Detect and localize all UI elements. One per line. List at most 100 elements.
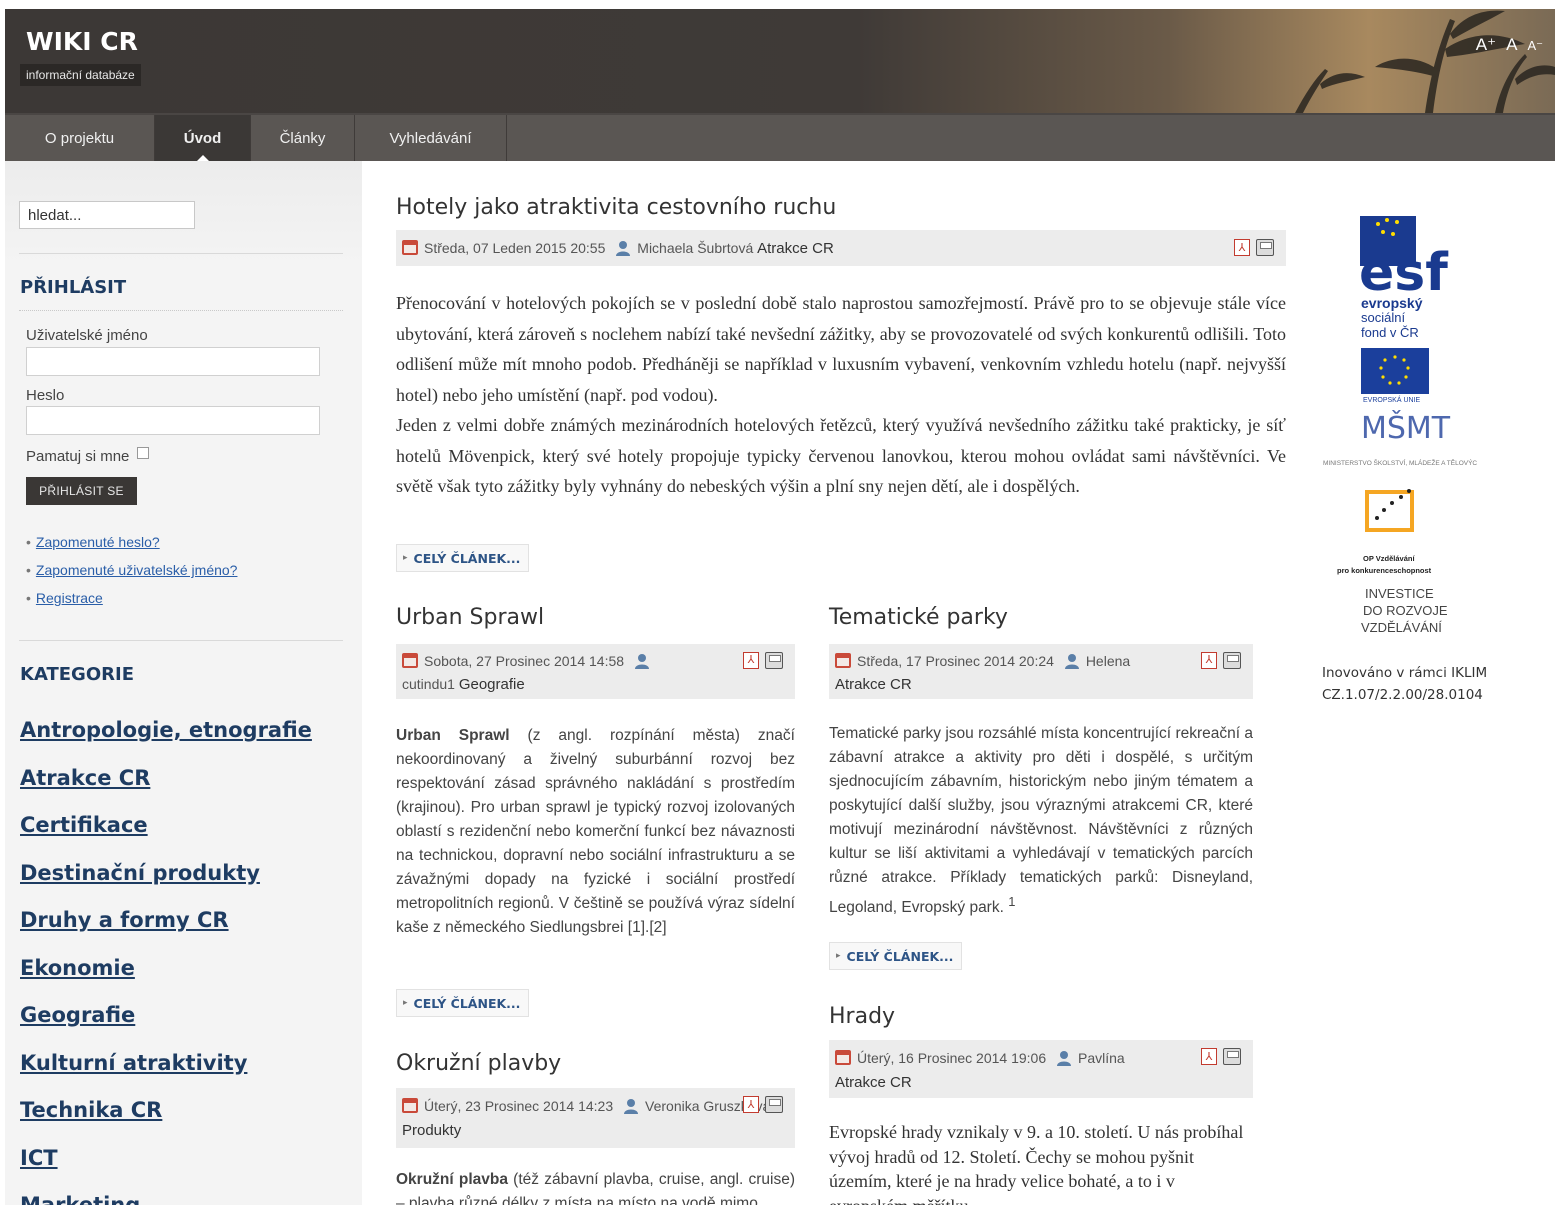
pdf-icon[interactable]: ⅄	[1234, 239, 1250, 256]
article-title[interactable]: Urban Sprawl	[396, 605, 544, 630]
read-more-button[interactable]: CELÝ ČLÁNEK...	[396, 544, 530, 572]
article-meta: Středa, 07 Leden 2015 20:55 Michaela Šub…	[396, 230, 1286, 266]
article-category[interactable]: Produkty	[402, 1122, 461, 1139]
font-reset-button[interactable]: A	[1506, 35, 1517, 55]
article-bold-term: Urban Sprawl	[396, 727, 510, 744]
list-item: Zapomenuté uživatelské jméno?	[26, 562, 238, 590]
sidebar: PŘIHLÁSIT Uživatelské jméno Heslo Pamatu…	[5, 161, 362, 1205]
divider	[19, 253, 343, 254]
main-nav: O projektu Úvod Články Vyhledávání	[5, 113, 1555, 161]
nav-item-vyhledavani[interactable]: Vyhledávání	[355, 115, 507, 161]
print-icon[interactable]	[765, 1096, 783, 1113]
article-meta: Sobota, 27 Prosinec 2014 14:58 cutindu1 …	[396, 644, 795, 699]
print-icon[interactable]	[1256, 239, 1274, 256]
article-date: Sobota, 27 Prosinec 2014 14:58	[424, 653, 625, 669]
password-field[interactable]	[26, 406, 320, 435]
remember-checkbox[interactable]	[137, 446, 150, 459]
article-title[interactable]: Tematické parky	[829, 605, 1008, 630]
divider	[19, 310, 343, 311]
article-bold-term: Okružní plavba	[396, 1171, 508, 1188]
article-category[interactable]: Atrakce CR	[757, 240, 834, 257]
msmt-mark: MŠMT	[1361, 409, 1451, 446]
site-subtitle: informační databáze	[20, 64, 141, 86]
pdf-icon[interactable]: ⅄	[743, 652, 759, 669]
article-author: Helena	[1085, 653, 1131, 669]
category-link[interactable]: Druhy a formy CR	[20, 908, 229, 932]
article-category[interactable]: Geografie	[459, 676, 525, 693]
article-meta: Úterý, 23 Prosinec 2014 14:23 Veronika G…	[396, 1088, 795, 1148]
invest-line: INVESTICE	[1365, 586, 1434, 601]
eu-label: EVROPSKÁ UNIE	[1363, 395, 1421, 404]
category-link[interactable]: Geografie	[20, 1003, 135, 1027]
read-more-button[interactable]: CELÝ ČLÁNEK...	[396, 989, 530, 1017]
category-link[interactable]: Technika CR	[20, 1098, 162, 1122]
invest-line: VZDĚLÁVÁNÍ	[1361, 620, 1442, 635]
plant-decoration-image	[1295, 10, 1555, 113]
article-body: Přenocování v hotelových pokojích se v p…	[396, 288, 1286, 502]
innovation-code: CZ.1.07/2.2.00/28.0104	[1322, 687, 1483, 703]
esf-line: sociální	[1361, 310, 1405, 325]
category-link[interactable]: Kulturní atraktivity	[20, 1051, 247, 1075]
esf-logo[interactable]: esf evropský sociální fond v ČR	[1359, 216, 1449, 340]
forgot-password-link[interactable]: Zapomenuté heslo?	[36, 534, 160, 550]
user-icon	[1064, 654, 1079, 669]
category-link[interactable]: Ekonomie	[20, 956, 135, 980]
category-list: Antropologie, etnografie Atrakce CR Cert…	[20, 718, 312, 1205]
article-title[interactable]: Hrady	[829, 1004, 895, 1029]
innovation-note: Inovováno v rámci IKLIM CZ.1.07/2.2.00/2…	[1322, 662, 1487, 706]
user-icon	[634, 654, 649, 669]
list-item: Zapomenuté heslo?	[26, 534, 237, 562]
op-logo[interactable]: OP Vzdělávání pro konkurenceschopnost	[1337, 489, 1432, 575]
search-input[interactable]	[19, 201, 195, 229]
pdf-icon[interactable]: ⅄	[1201, 652, 1217, 669]
nav-item-clanky[interactable]: Články	[251, 115, 355, 161]
categories-title: KATEGORIE	[20, 664, 134, 685]
category-link[interactable]: Certifikace	[20, 813, 148, 837]
username-field[interactable]	[26, 347, 320, 376]
article-text: (z angl. rozpínání města) značí nekoordi…	[396, 727, 795, 936]
article-title[interactable]: Okružní plavby	[396, 1051, 561, 1076]
category-link[interactable]: Marketing	[20, 1193, 140, 1205]
msmt-logo[interactable]: MŠMT MINISTERSTVO ŠKOLSTVÍ, MLÁDEŽE A TĚ…	[1323, 409, 1477, 467]
nav-item-o-projektu[interactable]: O projektu	[5, 115, 155, 161]
category-link[interactable]: Antropologie, etnografie	[20, 718, 312, 742]
register-link[interactable]: Registrace	[36, 590, 103, 606]
eu-flag-logo[interactable]: EVROPSKÁ UNIE	[1361, 348, 1429, 404]
article-title[interactable]: Hotely jako atraktivita cestovního ruchu	[396, 195, 836, 220]
font-decrease-button[interactable]: A⁻	[1527, 38, 1543, 54]
sponsor-logos: esf evropský sociální fond v ČR EVROPSKÁ…	[1323, 216, 1477, 635]
calendar-icon	[402, 1098, 418, 1113]
category-link[interactable]: ICT	[20, 1146, 58, 1170]
login-button[interactable]: PŘIHLÁSIT SE	[26, 477, 137, 505]
innovation-line: Inovováno v rámci IKLIM	[1322, 665, 1488, 681]
print-icon[interactable]	[1223, 652, 1241, 669]
username-label: Uživatelské jméno	[26, 327, 148, 344]
forgot-username-link[interactable]: Zapomenuté uživatelské jméno?	[36, 562, 238, 578]
category-link[interactable]: Destinační produkty	[20, 861, 260, 885]
op-line: pro konkurenceschopnost	[1337, 566, 1432, 575]
article-date: Úterý, 23 Prosinec 2014 14:23	[424, 1098, 614, 1114]
esf-line: fond v ČR	[1361, 325, 1419, 340]
site-title[interactable]: WIKI CR	[26, 27, 138, 56]
print-icon[interactable]	[1223, 1048, 1241, 1065]
category-link[interactable]: Atrakce CR	[20, 766, 150, 790]
calendar-icon	[402, 653, 418, 668]
article-category[interactable]: Atrakce CR	[835, 676, 912, 693]
article-date: Úterý, 16 Prosinec 2014 19:06	[857, 1050, 1047, 1066]
footnote[interactable]: 1	[1008, 894, 1015, 909]
pdf-icon[interactable]: ⅄	[1201, 1048, 1217, 1065]
font-increase-button[interactable]: A⁺	[1476, 35, 1496, 55]
read-more-button[interactable]: CELÝ ČLÁNEK...	[829, 942, 963, 970]
article-paragraph: Jeden z velmi dobře známých mezinárodníc…	[396, 415, 1286, 496]
pdf-icon[interactable]: ⅄	[743, 1096, 759, 1113]
font-size-controls: A⁺ A A⁻	[1476, 35, 1543, 55]
print-icon[interactable]	[765, 652, 783, 669]
article-body: Evropské hrady vznikaly v 9. a 10. stole…	[829, 1122, 1244, 1205]
calendar-icon	[402, 240, 418, 255]
op-line: OP Vzdělávání	[1363, 554, 1415, 563]
nav-item-uvod[interactable]: Úvod	[155, 115, 251, 161]
list-item: Registrace	[26, 590, 237, 618]
invest-line: DO ROZVOJE	[1363, 603, 1448, 618]
article-category[interactable]: Atrakce CR	[835, 1074, 912, 1091]
esf-line: evropský	[1361, 295, 1423, 311]
